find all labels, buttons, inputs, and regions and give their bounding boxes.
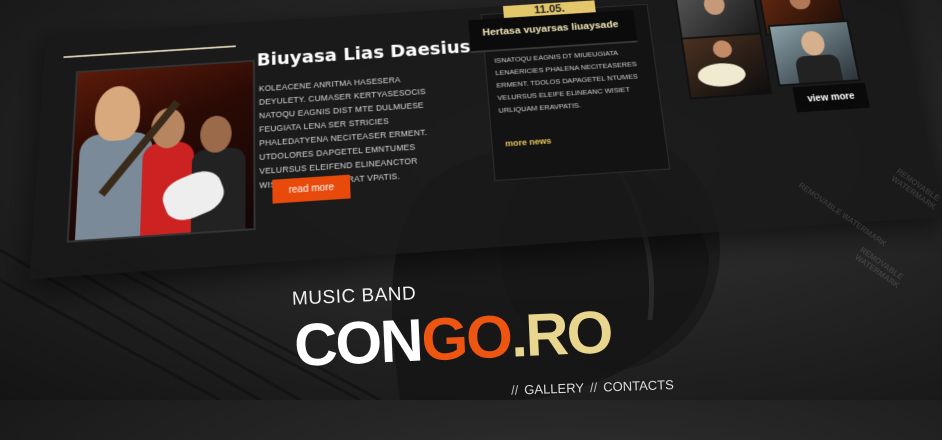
news-headline: Hertasa vuyarsas liuaysade [482,19,620,39]
logo-part-con: CON [292,306,423,380]
band-photo [66,59,256,243]
gallery-thumb-3[interactable] [680,32,773,100]
logo-part-ro: .RO [509,298,613,370]
view-more-button[interactable]: view more [792,82,870,113]
nav-separator: // [589,379,598,395]
nav-item-gallery[interactable]: GALLERY [524,380,584,397]
nav-separator: // [510,382,519,398]
feature-body: KOLEACENE ANRITMA HASESERA DEYULETY. CUM… [258,75,428,190]
site-logo[interactable]: CONGO.RO [293,292,614,386]
news-body: ISNATOQU EAGNIS DT MIUEUGIATA LENAERICIE… [494,48,639,115]
logo-part-go: GO [419,302,513,374]
nav-item-contacts[interactable]: CONTACTS [603,377,674,394]
gallery-thumb-4[interactable] [767,20,861,87]
